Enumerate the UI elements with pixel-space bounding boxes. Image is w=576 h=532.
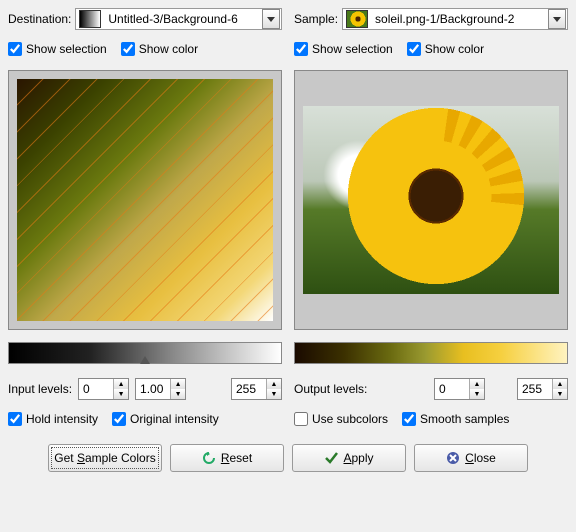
apply-button[interactable]: Apply [292, 444, 406, 472]
up-icon[interactable]: ▲ [470, 379, 484, 389]
down-icon[interactable]: ▼ [114, 389, 128, 399]
sample-show-selection-check[interactable]: Show selection [294, 42, 393, 56]
checkbox-icon[interactable] [402, 412, 416, 426]
destination-preview [8, 70, 282, 330]
checkbox-icon[interactable] [8, 42, 22, 56]
up-icon[interactable]: ▲ [114, 379, 128, 389]
checkbox-icon[interactable] [294, 42, 308, 56]
hold-intensity-check[interactable]: Hold intensity [8, 412, 98, 426]
dest-show-selection-check[interactable]: Show selection [8, 42, 107, 56]
down-icon[interactable]: ▼ [553, 389, 567, 399]
get-sample-colors-button[interactable]: Get Sample Colors [48, 444, 162, 472]
reset-button[interactable]: Reset [170, 444, 284, 472]
down-icon[interactable]: ▼ [267, 389, 281, 399]
checkbox-icon[interactable] [112, 412, 126, 426]
dest-show-color-check[interactable]: Show color [121, 42, 198, 56]
input-level-mid-field[interactable] [136, 380, 170, 398]
output-levels-label: Output levels: [294, 382, 367, 396]
apply-icon [324, 451, 338, 465]
input-level-high-field[interactable] [232, 380, 266, 398]
chevron-down-icon[interactable] [548, 9, 566, 29]
sample-gradient-strip[interactable] [294, 342, 568, 364]
destination-value: Untitled-3/Background-6 [104, 12, 261, 26]
output-level-high-field[interactable] [518, 380, 552, 398]
sample-value: soleil.png-1/Background-2 [371, 12, 547, 26]
checkbox-icon[interactable] [407, 42, 421, 56]
close-icon [446, 451, 460, 465]
slider-marker-icon[interactable] [140, 356, 150, 364]
sample-label: Sample: [294, 12, 338, 26]
chevron-down-icon[interactable] [262, 9, 280, 29]
sample-preview [294, 70, 568, 330]
input-levels-label: Input levels: [8, 382, 72, 396]
down-icon[interactable]: ▼ [470, 389, 484, 399]
reset-icon [202, 451, 216, 465]
original-intensity-check[interactable]: Original intensity [112, 412, 219, 426]
input-level-high[interactable]: ▲▼ [231, 378, 282, 400]
destination-dropdown[interactable]: Untitled-3/Background-6 [75, 8, 282, 30]
use-subcolors-check[interactable]: Use subcolors [294, 412, 388, 426]
down-icon[interactable]: ▼ [171, 389, 185, 399]
destination-gradient-image [17, 79, 273, 321]
input-level-low[interactable]: ▲▼ [78, 378, 129, 400]
close-button[interactable]: Close [414, 444, 528, 472]
smooth-samples-check[interactable]: Smooth samples [402, 412, 509, 426]
output-level-low-field[interactable] [435, 380, 469, 398]
input-level-low-field[interactable] [79, 380, 113, 398]
sample-thumb-icon [346, 10, 368, 28]
sample-show-color-check[interactable]: Show color [407, 42, 484, 56]
output-level-low[interactable]: ▲▼ [434, 378, 485, 400]
checkbox-icon[interactable] [8, 412, 22, 426]
destination-thumb-icon [79, 10, 101, 28]
up-icon[interactable]: ▲ [267, 379, 281, 389]
destination-label: Destination: [8, 12, 71, 26]
up-icon[interactable]: ▲ [171, 379, 185, 389]
sample-dropdown[interactable]: soleil.png-1/Background-2 [342, 8, 568, 30]
output-level-high[interactable]: ▲▼ [517, 378, 568, 400]
input-level-mid[interactable]: ▲▼ [135, 378, 186, 400]
checkbox-icon[interactable] [294, 412, 308, 426]
up-icon[interactable]: ▲ [553, 379, 567, 389]
destination-gradient-strip[interactable] [8, 342, 282, 364]
sample-image [303, 106, 559, 295]
checkbox-icon[interactable] [121, 42, 135, 56]
